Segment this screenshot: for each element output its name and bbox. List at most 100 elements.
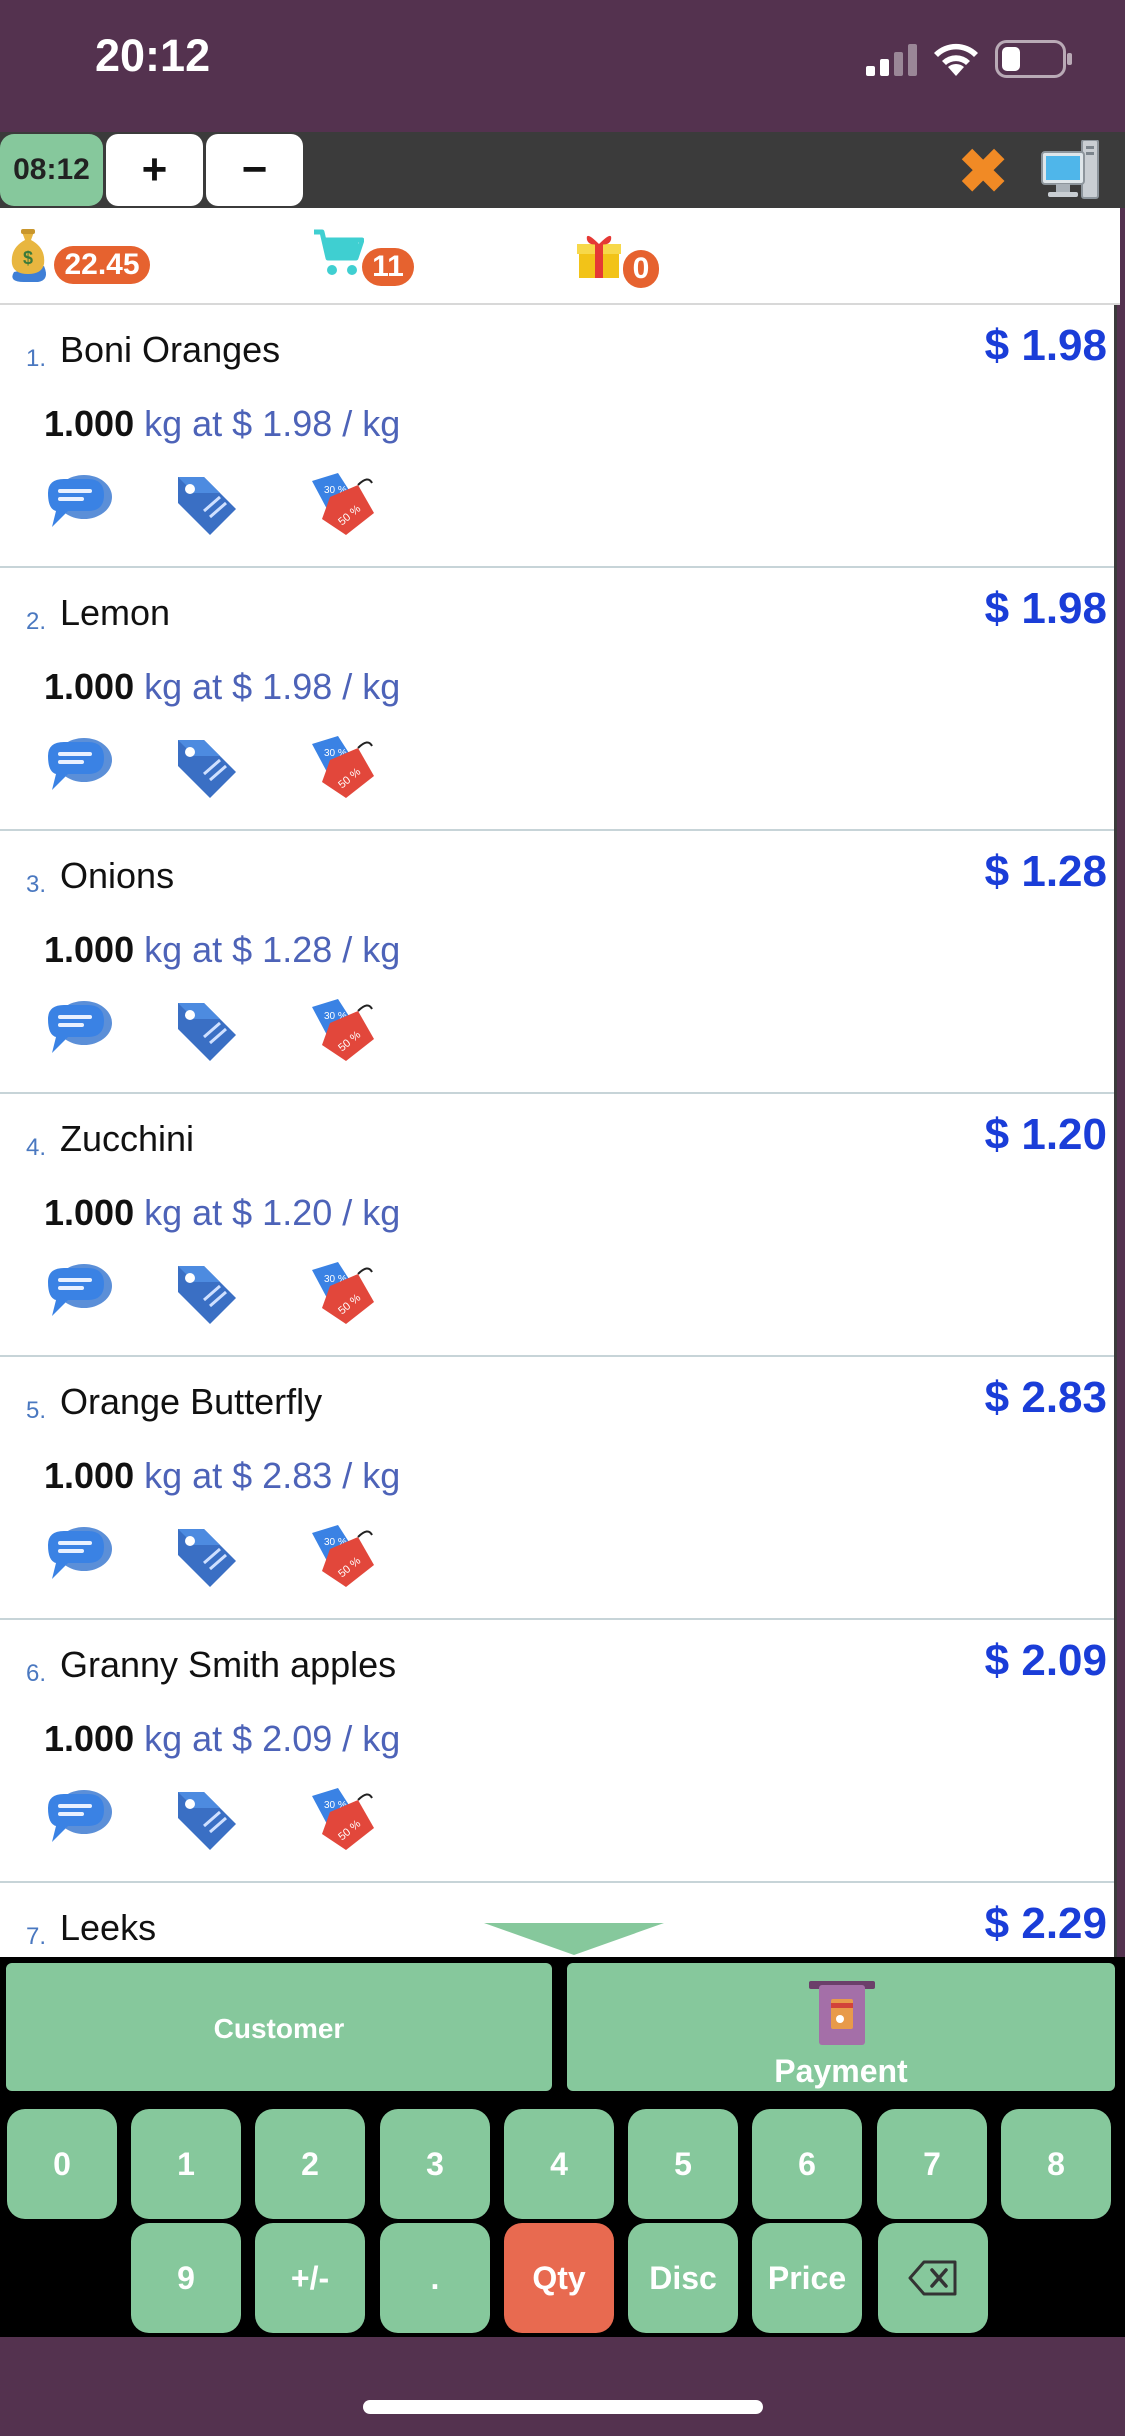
line-index: 2. bbox=[26, 608, 47, 635]
discount-tag-icon[interactable]: 30 %50 % bbox=[308, 1260, 380, 1326]
quantity-line: 1.000 kg at $ 1.98 / kg bbox=[44, 666, 400, 708]
quantity-value: 1.000 bbox=[44, 666, 135, 707]
price-mode-key[interactable]: Price bbox=[752, 2223, 862, 2333]
numpad-key[interactable]: 4 bbox=[504, 2109, 614, 2219]
order-line[interactable]: 3. Onions $ 1.28 1.000 kg at $ 1.28 / kg 30 … bbox=[0, 831, 1114, 1094]
line-index: 5. bbox=[26, 1397, 47, 1424]
decimal-key[interactable]: . bbox=[380, 2223, 490, 2333]
sign-toggle-key[interactable]: +/- bbox=[255, 2223, 365, 2333]
quantity-value: 1.000 bbox=[44, 1192, 135, 1233]
numpad-key[interactable]: 8 bbox=[1001, 2109, 1111, 2219]
tag-icon[interactable] bbox=[170, 1260, 242, 1326]
line-price: $ 2.29 bbox=[984, 1899, 1107, 1948]
tag-icon[interactable] bbox=[170, 1523, 242, 1589]
battery-icon bbox=[995, 40, 1072, 78]
discount-tag-icon[interactable]: 30 %50 % bbox=[308, 1523, 380, 1589]
note-icon[interactable] bbox=[42, 1260, 114, 1326]
status-time: 20:12 bbox=[95, 30, 211, 81]
product-name: Boni Oranges bbox=[60, 329, 281, 370]
tag-icon[interactable] bbox=[170, 471, 242, 537]
order-lines-list[interactable]: 1. Boni Oranges $ 1.98 1.000 kg at $ 1.98 /… bbox=[0, 305, 1117, 1957]
line-price: $ 1.98 bbox=[984, 584, 1107, 633]
quantity-line: 1.000 kg at $ 2.09 / kg bbox=[44, 1718, 400, 1760]
quantity-line: 1.000 kg at $ 1.20 / kg bbox=[44, 1192, 400, 1234]
order-summary: $ 22.45 11 0 bbox=[0, 208, 1120, 305]
numpad-key[interactable]: 3 bbox=[380, 2109, 490, 2219]
tag-icon[interactable] bbox=[170, 1786, 242, 1852]
cellular-signal-icon bbox=[866, 44, 917, 76]
unit-price-text: kg at $ 1.98 / kg bbox=[144, 666, 401, 707]
close-icon[interactable]: ✖ bbox=[958, 142, 1008, 202]
quantity-line: 1.000 kg at $ 2.83 / kg bbox=[44, 1455, 400, 1497]
line-price: $ 1.98 bbox=[984, 321, 1107, 370]
line-index: 1. bbox=[26, 345, 47, 372]
line-price: $ 2.09 bbox=[984, 1636, 1107, 1685]
numpad-key[interactable]: 1 bbox=[131, 2109, 241, 2219]
note-icon[interactable] bbox=[42, 1786, 114, 1852]
discount-tag-icon[interactable]: 30 %50 % bbox=[308, 471, 380, 537]
tag-icon[interactable] bbox=[170, 734, 242, 800]
payment-button[interactable]: Payment bbox=[567, 1963, 1115, 2091]
numpad-key[interactable]: 9 bbox=[131, 2223, 241, 2333]
backspace-key[interactable] bbox=[878, 2223, 988, 2333]
add-order-button[interactable]: + bbox=[106, 134, 203, 206]
gift-icon[interactable] bbox=[575, 228, 623, 280]
status-bar: 20:12 bbox=[0, 0, 1125, 132]
scroll-down-chevron-icon[interactable] bbox=[484, 1923, 664, 1955]
quantity-value: 1.000 bbox=[44, 1718, 135, 1759]
tag-icon[interactable] bbox=[170, 997, 242, 1063]
order-line[interactable]: 5. Orange Butterfly $ 2.83 1.000 kg at $ 2.… bbox=[0, 1357, 1114, 1620]
discount-mode-key[interactable]: Disc bbox=[628, 2223, 738, 2333]
discount-tag-icon[interactable]: 30 %50 % bbox=[308, 997, 380, 1063]
unit-price-text: kg at $ 1.98 / kg bbox=[144, 403, 401, 444]
order-total-badge: 22.45 bbox=[54, 246, 150, 284]
note-icon[interactable] bbox=[42, 471, 114, 537]
numpad-key[interactable]: 2 bbox=[255, 2109, 365, 2219]
numpad: 012345678 9 +/-. Qty Disc Price bbox=[0, 2097, 1125, 2337]
order-line[interactable]: 1. Boni Oranges $ 1.98 1.000 kg at $ 1.98 /… bbox=[0, 305, 1114, 568]
computer-icon[interactable] bbox=[1040, 140, 1100, 202]
numpad-key[interactable]: 6 bbox=[752, 2109, 862, 2219]
line-index: 6. bbox=[26, 1660, 47, 1687]
session-clock[interactable]: 08:12 bbox=[0, 134, 103, 206]
quantity-value: 1.000 bbox=[44, 403, 135, 444]
quantity-line: 1.000 kg at $ 1.98 / kg bbox=[44, 403, 400, 445]
unit-price-text: kg at $ 2.83 / kg bbox=[144, 1455, 401, 1496]
customer-button[interactable]: Customer bbox=[6, 1963, 552, 2091]
discount-tag-icon[interactable]: 30 %50 % bbox=[308, 734, 380, 800]
backspace-icon bbox=[908, 2260, 957, 2296]
order-line[interactable]: 2. Lemon $ 1.98 1.000 kg at $ 1.98 / kg 30 %… bbox=[0, 568, 1114, 831]
home-indicator[interactable] bbox=[363, 2400, 763, 2414]
line-price: $ 2.83 bbox=[984, 1373, 1107, 1422]
money-bag-icon: $ bbox=[11, 229, 46, 282]
customer-button-label: Customer bbox=[213, 2013, 345, 2044]
cart-icon[interactable] bbox=[312, 228, 364, 278]
order-line[interactable]: 6. Granny Smith apples $ 2.09 1.000 kg at $… bbox=[0, 1620, 1114, 1883]
remove-order-button[interactable]: − bbox=[206, 134, 303, 206]
unit-price-text: kg at $ 2.09 / kg bbox=[144, 1718, 401, 1759]
product-name: Leeks bbox=[60, 1907, 157, 1948]
note-icon[interactable] bbox=[42, 734, 114, 800]
order-line[interactable]: 4. Zucchini $ 1.20 1.000 kg at $ 1.20 / kg 3… bbox=[0, 1094, 1114, 1357]
wifi-icon bbox=[934, 43, 978, 76]
note-icon[interactable] bbox=[42, 997, 114, 1063]
numpad-key[interactable]: 7 bbox=[877, 2109, 987, 2219]
cart-count-badge: 11 bbox=[362, 248, 414, 286]
line-price: $ 1.28 bbox=[984, 847, 1107, 896]
quantity-value: 1.000 bbox=[44, 929, 135, 970]
home-indicator-area bbox=[0, 2337, 1125, 2436]
quantity-line: 1.000 kg at $ 1.28 / kg bbox=[44, 929, 400, 971]
line-price: $ 1.20 bbox=[984, 1110, 1107, 1159]
line-index: 4. bbox=[26, 1134, 47, 1161]
line-index: 3. bbox=[26, 871, 47, 898]
payment-button-label: Payment bbox=[774, 2053, 908, 2089]
numpad-key[interactable]: 0 bbox=[7, 2109, 117, 2219]
unit-price-text: kg at $ 1.28 / kg bbox=[144, 929, 401, 970]
discount-tag-icon[interactable]: 30 %50 % bbox=[308, 1786, 380, 1852]
note-icon[interactable] bbox=[42, 1523, 114, 1589]
numpad-key[interactable]: 5 bbox=[628, 2109, 738, 2219]
qty-mode-key[interactable]: Qty bbox=[504, 2223, 614, 2333]
unit-price-text: kg at $ 1.20 / kg bbox=[144, 1192, 401, 1233]
line-index: 7. bbox=[26, 1923, 47, 1950]
product-name: Orange Butterfly bbox=[60, 1381, 323, 1422]
